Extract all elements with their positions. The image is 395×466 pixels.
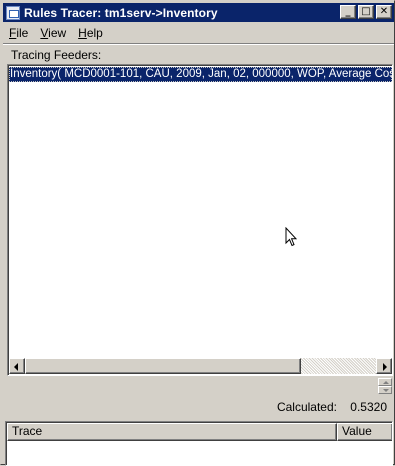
spin-down-button[interactable]: [378, 386, 392, 394]
chevron-up-icon: [383, 381, 389, 384]
menu-bar: File View Help: [3, 24, 109, 42]
trace-table-header: Trace Value: [7, 423, 392, 441]
title-bar[interactable]: Rules Tracer: tm1serv->Inventory _ □ ✕: [3, 3, 394, 22]
menu-file[interactable]: File: [3, 26, 34, 40]
window-controls: _ □ ✕: [338, 5, 392, 19]
minimize-button[interactable]: _: [340, 5, 356, 19]
mouse-pointer-icon: [285, 227, 297, 247]
window-title: Rules Tracer: tm1serv->Inventory: [24, 5, 218, 20]
menu-help[interactable]: Help: [72, 26, 109, 40]
arrow-right-icon: [383, 363, 387, 371]
calculated-label: Calculated:: [276, 400, 337, 414]
calculated-row: Calculated: 0.5320: [7, 398, 393, 416]
menu-separator: [3, 43, 394, 45]
spin-control[interactable]: [378, 378, 392, 395]
maximize-button[interactable]: □: [358, 5, 374, 19]
trace-table[interactable]: Trace Value: [5, 421, 393, 466]
scroll-thumb[interactable]: [25, 358, 301, 374]
scroll-right-button[interactable]: [376, 358, 392, 374]
feeder-list-item[interactable]: Inventory( MCD0001-101, CAU, 2009, Jan, …: [9, 67, 392, 82]
menu-view[interactable]: View: [34, 26, 72, 40]
menu-view-accel: V: [40, 26, 49, 40]
calculated-value: 0.5320: [350, 400, 387, 414]
menu-help-label: elp: [86, 26, 103, 40]
rules-tracer-window: Rules Tracer: tm1serv->Inventory _ □ ✕ F…: [0, 0, 395, 466]
feeders-listbox[interactable]: Inventory( MCD0001-101, CAU, 2009, Jan, …: [7, 64, 393, 376]
menu-view-label: iew: [48, 26, 67, 40]
tracing-feeders-label: Tracing Feeders:: [11, 48, 102, 62]
menu-file-label: ile: [16, 26, 29, 40]
column-header-value[interactable]: Value: [337, 423, 392, 441]
app-icon[interactable]: [6, 5, 20, 20]
arrow-left-icon: [14, 363, 18, 371]
menu-help-accel: H: [78, 26, 87, 40]
scroll-left-button[interactable]: [9, 358, 25, 374]
horizontal-scrollbar[interactable]: [9, 358, 392, 374]
spin-up-button[interactable]: [378, 378, 392, 386]
splitter-bar[interactable]: [7, 378, 393, 395]
chevron-down-icon: [383, 389, 389, 392]
column-header-trace[interactable]: Trace: [7, 423, 337, 441]
close-button[interactable]: ✕: [376, 5, 392, 19]
